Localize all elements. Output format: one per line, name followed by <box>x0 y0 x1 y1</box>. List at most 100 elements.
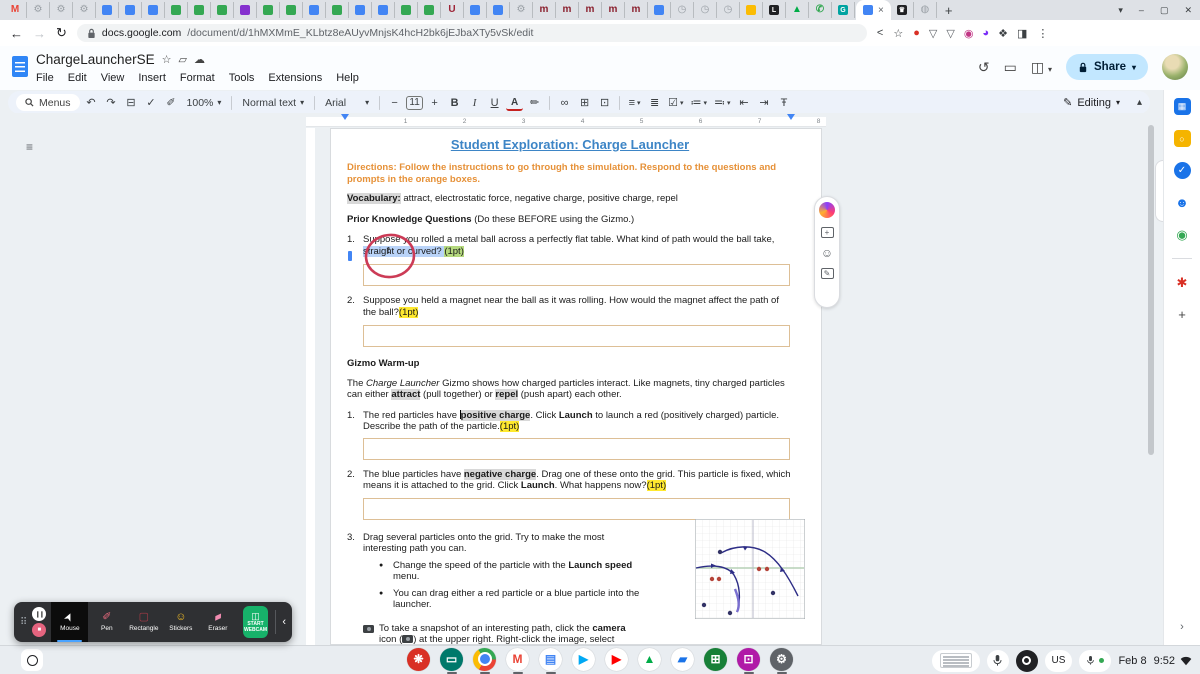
divider[interactable] <box>314 96 315 110</box>
tab-canvas[interactable]: m <box>533 2 556 18</box>
tab-teal[interactable]: G <box>832 2 855 18</box>
tab-canvas[interactable]: m <box>602 2 625 18</box>
meet-video-icon[interactable]: ◫ ▾ <box>1031 59 1052 76</box>
tab-clock[interactable]: ◷ <box>671 2 694 18</box>
bulleted-list-button[interactable]: ≔ <box>688 94 709 111</box>
settings-app[interactable]: ⚙ <box>770 648 793 674</box>
answer-box-2[interactable] <box>363 325 790 347</box>
divider[interactable] <box>549 96 550 110</box>
window-close-button[interactable]: ✕ <box>1184 5 1192 16</box>
italic-button[interactable]: I <box>466 94 483 111</box>
window-minimize-button[interactable]: – <box>1139 5 1144 15</box>
tab-slides[interactable] <box>234 2 257 18</box>
tab-sheets[interactable] <box>280 2 303 18</box>
zoom-select[interactable]: 100% <box>183 94 226 111</box>
tab-canvas[interactable]: m <box>579 2 602 18</box>
tab-u[interactable]: U <box>441 2 464 18</box>
font-size-box[interactable]: 11 <box>406 96 423 110</box>
chrome-app[interactable] <box>473 648 496 674</box>
editing-mode-select[interactable]: ✎ Editing ▾ <box>1063 96 1120 109</box>
calendar-icon[interactable]: ▦ <box>1174 98 1191 115</box>
screencast-app[interactable]: ▭ <box>440 648 463 674</box>
left-margin-marker[interactable] <box>341 114 349 120</box>
underline-button[interactable]: U <box>486 94 503 111</box>
reload-button[interactable]: ↻ <box>56 25 67 41</box>
styles-select[interactable]: Normal text <box>238 94 308 111</box>
font-select[interactable]: Arial <box>321 94 373 111</box>
date-label[interactable]: Feb 8 <box>1118 655 1146 667</box>
numbered-list-button[interactable]: ≕ <box>712 94 733 111</box>
menu-item[interactable]: Help <box>336 72 359 84</box>
tab-docs[interactable] <box>142 2 165 18</box>
tab-dark[interactable]: ♛ <box>891 2 914 18</box>
side-rail-collapse-icon[interactable]: › <box>1164 621 1200 633</box>
extension-floating-badge[interactable] <box>819 202 835 218</box>
tab-docs[interactable] <box>487 2 510 18</box>
scrollbar-thumb[interactable] <box>1148 125 1154 455</box>
mic-access-pill[interactable] <box>1079 650 1111 672</box>
tab-globe[interactable]: ◍ <box>914 2 937 18</box>
tab-clock[interactable]: ◷ <box>717 2 740 18</box>
tab-drive[interactable]: ▲ <box>786 2 809 18</box>
tab-docs[interactable] <box>303 2 326 18</box>
extension-camera-icon[interactable]: ◉ <box>964 27 974 40</box>
active-tab[interactable]: × <box>856 0 891 20</box>
menu-item[interactable]: Format <box>180 72 215 84</box>
tab-sheets[interactable] <box>165 2 188 18</box>
back-button[interactable]: ← <box>10 26 23 41</box>
tab-gray[interactable]: ⚙ <box>510 2 533 18</box>
palette-app[interactable]: ❋ <box>407 648 430 674</box>
indent-increase-button[interactable]: ⇥ <box>756 94 773 111</box>
drag-handle-icon[interactable]: ⠿ <box>20 617 27 628</box>
suggest-edits-icon[interactable]: ✎ <box>821 268 834 279</box>
tab-docs[interactable] <box>96 2 119 18</box>
clock-area[interactable]: 9:52 <box>1154 655 1192 667</box>
bold-button[interactable]: B <box>446 94 463 111</box>
microphone-button[interactable] <box>987 650 1009 672</box>
green-grid-app[interactable]: ⊞ <box>704 648 727 674</box>
highlight-button[interactable]: ✏ <box>526 94 543 111</box>
print-button[interactable]: ⊟ <box>123 94 140 111</box>
checklist-button[interactable]: ☑ <box>666 94 685 111</box>
star-icon[interactable]: ☆ <box>162 53 172 66</box>
addon-asterisk-icon[interactable]: ✱ <box>1174 274 1191 291</box>
screenshot-preview-pill[interactable] <box>932 650 980 672</box>
paint-format-button[interactable]: ✐ <box>163 94 180 111</box>
extension-shield-icon-2[interactable]: ▽ <box>946 27 954 40</box>
search-menus-button[interactable]: Menus <box>16 94 80 111</box>
user-avatar[interactable] <box>1162 54 1188 80</box>
spellcheck-button[interactable]: ✓ <box>143 94 160 111</box>
tab-close-icon[interactable]: × <box>878 5 884 16</box>
docs-logo-icon[interactable] <box>12 56 28 77</box>
tab-clock[interactable]: ◷ <box>694 2 717 18</box>
divider[interactable] <box>231 96 232 110</box>
tab-canvas[interactable]: m <box>556 2 579 18</box>
maps-icon[interactable]: ◉ <box>1174 226 1191 243</box>
share-button[interactable]: Share ▾ <box>1066 54 1148 80</box>
contacts-icon[interactable]: ☻ <box>1174 194 1191 211</box>
url-omnibox[interactable]: docs.google.com/document/d/1hMXMmE_KLbtz… <box>77 24 867 42</box>
share-caret-icon[interactable]: ▾ <box>1132 63 1136 72</box>
camera-in-use-indicator[interactable] <box>1016 650 1038 672</box>
tab-voice[interactable]: ✆ <box>809 2 832 18</box>
tab-sheets[interactable] <box>257 2 280 18</box>
move-folder-icon[interactable]: ▱ <box>178 53 186 66</box>
indent-decrease-button[interactable]: ⇤ <box>736 94 753 111</box>
tab-canvas[interactable]: m <box>625 2 648 18</box>
menu-item[interactable]: Edit <box>68 72 87 84</box>
insert-link-button[interactable]: ∞ <box>556 94 573 111</box>
add-comment-icon[interactable]: + <box>821 227 834 238</box>
tab-l[interactable]: L <box>763 2 786 18</box>
docs-app[interactable]: ▤ <box>539 648 562 674</box>
youtube-app[interactable]: ▶ <box>605 648 628 674</box>
rail-divider[interactable] <box>1172 258 1192 259</box>
insert-image-button[interactable]: ⊡ <box>596 94 613 111</box>
tab-folder[interactable] <box>740 2 763 18</box>
document-outline-icon[interactable]: ≡ <box>26 140 33 154</box>
align-button[interactable]: ≡ <box>626 94 643 111</box>
stop-recording-button[interactable]: ■ <box>32 623 46 637</box>
new-tab-button[interactable]: + <box>945 3 953 18</box>
tool-stickers[interactable]: ☺ Stickers <box>162 602 199 642</box>
tab-gray[interactable]: ⚙ <box>50 2 73 18</box>
forward-button[interactable]: → <box>33 26 46 41</box>
